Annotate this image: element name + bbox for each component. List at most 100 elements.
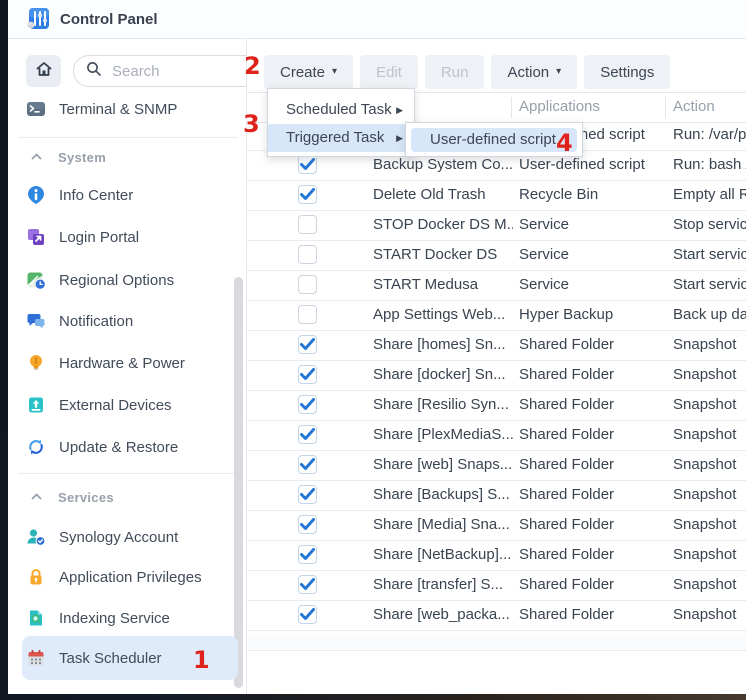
action-button[interactable]: Action ▾ <box>491 55 577 89</box>
sidebar-item-label: Application Privileges <box>59 569 202 586</box>
column-header-applications[interactable]: Applications <box>519 93 600 121</box>
row-checkbox[interactable] <box>298 215 317 234</box>
sidebar-item-synology-account[interactable]: Synology Account <box>26 517 232 557</box>
cell-task-name: Delete Old Trash <box>373 181 513 209</box>
cell-action: Stop servic <box>673 211 746 239</box>
row-checkbox[interactable] <box>298 515 317 534</box>
row-checkbox[interactable] <box>298 425 317 444</box>
menu-item-user-defined-script[interactable]: User-defined script <box>411 128 577 152</box>
row-checkbox[interactable] <box>298 545 317 564</box>
cell-task-name: App Settings Web... <box>373 301 513 329</box>
row-checkbox[interactable] <box>298 395 317 414</box>
table-row[interactable]: Share [transfer] S...Shared FolderSnapsh… <box>247 571 746 601</box>
sidebar-item-label: External Devices <box>59 397 172 414</box>
row-checkbox[interactable] <box>298 335 317 354</box>
table-row[interactable]: Share [homes] Sn...Shared FolderSnapshot <box>247 331 746 361</box>
sidebar-item-info-center[interactable]: Info Center <box>26 175 232 215</box>
sidebar-item-label: Info Center <box>59 187 133 204</box>
submenu-arrow-icon: ▶ <box>396 96 403 124</box>
menu-item-scheduled-task[interactable]: Scheduled Task ▶ <box>268 96 414 124</box>
cell-application: Shared Folder <box>519 541 661 569</box>
search-box[interactable] <box>73 55 247 87</box>
sidebar-item-label: Login Portal <box>59 229 139 246</box>
table-row[interactable]: Share [Media] Sna...Shared Folder Snapsho… <box>247 511 746 541</box>
cell-task-name: Share [Backups] S... <box>373 481 513 509</box>
edit-button[interactable]: Edit <box>360 55 418 89</box>
sidebar-item-hardware-and-power[interactable]: 1Hardware & Power <box>26 343 232 383</box>
cell-task-name: Share [Media] Sna... <box>373 511 513 539</box>
control-panel-icon <box>26 7 50 31</box>
regional-options-icon <box>26 270 46 290</box>
annotation-step-2: 2 <box>244 54 261 78</box>
row-checkbox[interactable] <box>298 485 317 504</box>
row-checkbox[interactable] <box>298 155 317 174</box>
sidebar-item-label: Update & Restore <box>59 439 178 456</box>
settings-button[interactable]: Settings <box>584 55 670 89</box>
row-checkbox[interactable] <box>298 365 317 384</box>
table-row[interactable]: App Settings Web...Hyper BackupBack up d… <box>247 301 746 331</box>
sidebar-scrollbar[interactable] <box>234 277 243 688</box>
sidebar-item-login-portal[interactable]: Login Portal <box>26 217 232 257</box>
table-row[interactable]: Share [NetBackup]...Shared FolderSnapsho… <box>247 541 746 571</box>
sidebar-section-services[interactable]: Services <box>30 477 232 517</box>
cell-action: Snapshot <box>673 451 746 479</box>
chevron-up-icon <box>30 150 44 164</box>
cell-action: Back up da <box>673 301 746 329</box>
cell-application: Service <box>519 241 661 269</box>
cell-action: Snapshot <box>673 421 746 449</box>
home-button[interactable] <box>26 55 61 87</box>
cell-application: Shared Folder <box>519 361 661 389</box>
sidebar-item-external-devices[interactable]: External Devices <box>26 385 232 425</box>
table-row[interactable]: Share [PlexMediaS...Shared FolderSnapsho… <box>247 421 746 451</box>
sidebar: Terminal & SNMP System Info Center Login Po… <box>8 39 247 694</box>
table-row[interactable]: Share [docker] Sn...Shared FolderSnapsho… <box>247 361 746 391</box>
sidebar-item-notification[interactable]: Notification <box>26 301 232 341</box>
menu-item-triggered-task[interactable]: Triggered Task ▶ <box>268 124 414 152</box>
create-button[interactable]: Create ▾ <box>264 55 353 89</box>
row-checkbox[interactable] <box>298 455 317 474</box>
column-header-action[interactable]: Action <box>673 93 715 121</box>
cell-application: Service <box>519 271 661 299</box>
table-row[interactable]: Delete Old TrashRecycle BinEmpty all R <box>247 181 746 211</box>
update-restore-icon <box>26 437 46 457</box>
annotation-step-1: 1 <box>193 648 210 672</box>
sidebar-item-label: Synology Account <box>59 529 178 546</box>
cell-action: Empty all R <box>673 181 746 209</box>
sidebar-item-label: Task Scheduler <box>59 650 162 667</box>
table-row[interactable]: START Docker DSServiceStart servic <box>247 241 746 271</box>
sidebar-section-system[interactable]: System <box>30 137 232 177</box>
sidebar-item-update-and-restore[interactable]: Update & Restore <box>26 427 232 467</box>
row-checkbox[interactable] <box>298 305 317 324</box>
window-title: Control Panel <box>60 11 158 28</box>
row-checkbox[interactable] <box>298 245 317 264</box>
home-icon <box>35 60 53 83</box>
cell-task-name: Share [docker] Sn... <box>373 361 513 389</box>
cell-application: Service <box>519 211 661 239</box>
sidebar-item-terminal-and-snmp[interactable]: Terminal & SNMP <box>26 89 232 129</box>
row-checkbox[interactable] <box>298 275 317 294</box>
external-devices-icon <box>26 395 46 415</box>
run-button[interactable]: Run <box>425 55 485 89</box>
cell-application: Shared Folder <box>519 451 661 479</box>
cell-action: Run: /var/p <box>673 121 746 149</box>
search-icon <box>86 61 102 82</box>
row-checkbox[interactable] <box>298 575 317 594</box>
cell-task-name: Share [PlexMediaS... <box>373 421 513 449</box>
sidebar-item-application-privileges[interactable]: Application Privileges <box>26 557 232 597</box>
cell-action: Run: bash / <box>673 151 746 179</box>
table-row[interactable]: Share [Resilio Syn...Shared FolderSnapsh… <box>247 391 746 421</box>
sidebar-item-indexing-service[interactable]: Indexing Service <box>26 598 232 638</box>
table-row[interactable]: Share [web] Snaps...Shared FolderSnapsho… <box>247 451 746 481</box>
application-privileges-icon <box>26 567 46 587</box>
search-input[interactable] <box>110 62 214 81</box>
table-row[interactable]: START MedusaServiceStart servic <box>247 271 746 301</box>
cell-action: Snapshot <box>673 511 746 539</box>
table-row[interactable]: STOP Docker DS M...ServiceStop servic <box>247 211 746 241</box>
annotation-step-3: 3 <box>243 112 260 136</box>
table-row[interactable]: Share [Backups] S...Shared FolderSnapsho… <box>247 481 746 511</box>
sidebar-item-regional-options[interactable]: Regional Options <box>26 260 232 300</box>
row-checkbox[interactable] <box>298 185 317 204</box>
column-divider <box>665 97 666 118</box>
cell-application: Shared Folder <box>519 511 661 539</box>
title-bar: Control Panel <box>8 0 746 39</box>
